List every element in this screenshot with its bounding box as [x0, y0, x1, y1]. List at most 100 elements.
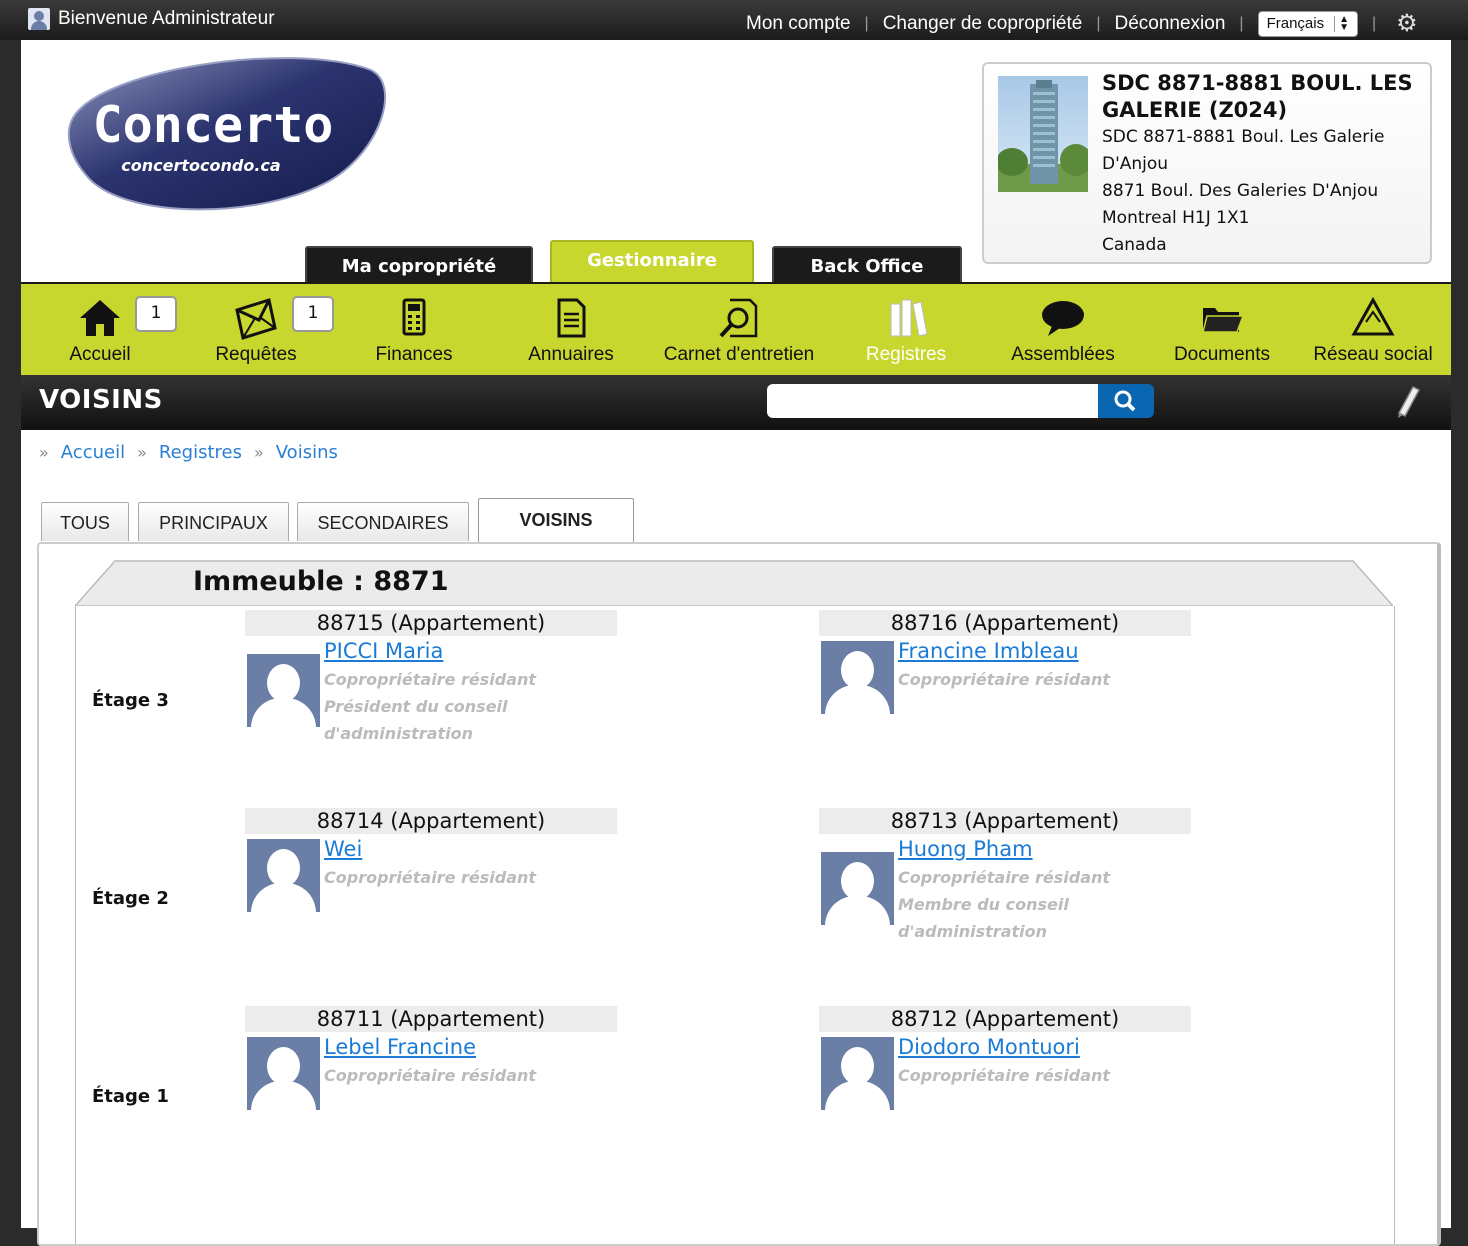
unit-header: 88713 (Appartement): [819, 808, 1191, 834]
avatar[interactable]: [821, 852, 894, 925]
avatar[interactable]: [821, 1037, 894, 1110]
tab-principaux[interactable]: PRINCIPAUX: [138, 502, 289, 541]
nav-label: Registres: [865, 344, 947, 365]
notification-badge: 1: [135, 296, 177, 332]
property-line: SDC 8871-8881 Boul. Les Galerie D'Anjou: [1102, 127, 1385, 174]
resident-role: Copropriétaire résidant: [324, 868, 537, 887]
breadcrumb: » Accueil » Registres » Voisins: [39, 442, 350, 463]
language-select[interactable]: Français ▲ ▼: [1257, 10, 1359, 37]
nav-item-documents[interactable]: Documents: [1163, 284, 1281, 375]
search-icon: [1114, 390, 1136, 412]
separator: |: [864, 14, 869, 32]
resident-name-link[interactable]: Diodoro Montuori: [898, 1035, 1080, 1059]
home-icon: [80, 300, 120, 336]
unit-header: 88716 (Appartement): [819, 610, 1191, 636]
unit-header: 88711 (Appartement): [245, 1006, 617, 1032]
nav-label: Carnet d'entretien: [663, 344, 815, 365]
unit-card: 88711 (Appartement) Lebel Francine Copro…: [245, 1006, 617, 1110]
breadcrumb-chevron-icon: »: [253, 443, 264, 462]
tab-voisins[interactable]: VOISINS: [478, 498, 634, 543]
property-line: 8871 Boul. Des Galeries D'Anjou: [1102, 181, 1379, 201]
folder-icon: [1202, 308, 1245, 333]
nav-item-assemblees[interactable]: Assemblées: [1004, 284, 1122, 375]
unit-card: 88716 (Appartement) Francine Imbleau Cop…: [819, 610, 1191, 714]
main-nav: Accueil 1 Requêtes 1 Finances Annuaires …: [21, 282, 1451, 377]
section-title: VOISINS: [39, 385, 163, 415]
resident-role: Copropriétaire résidant: [898, 868, 1111, 887]
resident-name-link[interactable]: Wei: [324, 837, 362, 861]
nav-item-registres[interactable]: Registres: [847, 284, 965, 375]
resident-role: Copropriétaire résidant: [898, 670, 1111, 689]
logo-name: Concerto: [93, 96, 334, 154]
resident-role: d'administration: [898, 922, 1048, 941]
breadcrumb-registres[interactable]: Registres: [159, 442, 242, 463]
resident-role: Copropriétaire résidant: [898, 1066, 1111, 1085]
gear-icon[interactable]: ⚙: [1396, 9, 1418, 38]
tab-gestionnaire[interactable]: Gestionnaire: [550, 240, 754, 284]
unit-header: 88714 (Appartement): [245, 808, 617, 834]
magnifier-document-icon: [719, 298, 758, 338]
avatar[interactable]: [247, 1037, 320, 1110]
nav-label: Finances: [375, 344, 453, 365]
building-image: [998, 76, 1088, 192]
pencil-icon[interactable]: [1393, 383, 1423, 419]
nav-item-carnet[interactable]: Carnet d'entretien: [655, 284, 823, 375]
my-account-link[interactable]: Mon compte: [746, 13, 851, 35]
tab-tous[interactable]: TOUS: [41, 502, 129, 541]
resident-name-link[interactable]: Francine Imbleau: [898, 639, 1079, 663]
tab-secondaires[interactable]: SECONDAIRES: [297, 502, 469, 541]
unit-header: 88715 (Appartement): [245, 610, 617, 636]
floor-label: Étage 3: [92, 690, 169, 711]
user-icon: [28, 8, 50, 30]
resident-name-link[interactable]: Lebel Francine: [324, 1035, 476, 1059]
search-button[interactable]: [1098, 384, 1154, 418]
section-header: VOISINS: [21, 375, 1451, 430]
floor-row: Étage 2 88714 (Appartement) Wei Copropri…: [75, 804, 1395, 1003]
resident-role: Membre du conseil: [898, 895, 1069, 914]
calculator-icon: [402, 298, 426, 336]
change-property-link[interactable]: Changer de copropriété: [883, 13, 1083, 35]
resident-name-link[interactable]: PICCI Maria: [324, 639, 443, 663]
nav-item-annuaires[interactable]: Annuaires: [512, 284, 630, 375]
property-line: Montreal H1J 1X1: [1102, 208, 1250, 228]
nav-item-finances[interactable]: Finances: [355, 284, 473, 375]
resident-role: Président du conseil: [324, 697, 508, 716]
avatar[interactable]: [247, 654, 320, 727]
resident-role: Copropriétaire résidant: [324, 670, 537, 689]
notification-badge: 1: [292, 296, 334, 332]
logout-link[interactable]: Déconnexion: [1115, 13, 1226, 35]
unit-card: 88712 (Appartement) Diodoro Montuori Cop…: [819, 1006, 1191, 1110]
unit-card: 88714 (Appartement) Wei Copropriétaire r…: [245, 808, 617, 912]
nav-label: Requêtes: [215, 344, 297, 365]
concerto-logo[interactable]: Concerto concertocondo.ca: [61, 50, 391, 215]
books-icon: [890, 299, 928, 337]
resident-name-link[interactable]: Huong Pham: [898, 837, 1033, 861]
nav-label: Annuaires: [528, 344, 614, 365]
tab-back-office[interactable]: Back Office: [772, 246, 962, 284]
avatar[interactable]: [247, 839, 320, 912]
recycle-triangle-icon: [1351, 296, 1395, 336]
avatar[interactable]: [821, 641, 894, 714]
nav-label: Réseau social: [1313, 344, 1433, 365]
document-icon: [557, 298, 586, 338]
floor-label: Étage 2: [92, 888, 169, 909]
welcome-area: Bienvenue Administrateur: [28, 8, 275, 30]
building-title: Immeuble : 8871: [193, 566, 449, 597]
breadcrumb-voisins[interactable]: Voisins: [276, 442, 338, 463]
floor-row: Étage 1 88711 (Appartement) Lebel Franci…: [75, 1002, 1395, 1201]
resident-role: Copropriétaire résidant: [324, 1066, 537, 1085]
welcome-text: Bienvenue Administrateur: [58, 8, 275, 29]
search-input[interactable]: [767, 384, 1099, 418]
breadcrumb-chevron-icon: »: [39, 443, 49, 462]
unit-card: 88715 (Appartement) PICCI Maria Copropri…: [245, 610, 617, 743]
nav-label: Documents: [1173, 344, 1271, 365]
tab-ma-copropriete[interactable]: Ma copropriété: [305, 246, 533, 284]
nav-item-reseau-social[interactable]: Réseau social: [1309, 284, 1437, 375]
account-links: Mon compte | Changer de copropriété | Dé…: [746, 9, 1418, 38]
top-bar: Bienvenue Administrateur Mon compte | Ch…: [0, 0, 1468, 40]
nav-label: Accueil: [69, 344, 131, 365]
separator: |: [1096, 14, 1101, 32]
floor-row: Étage 3 88715 (Appartement) PICCI Maria …: [75, 606, 1395, 805]
breadcrumb-accueil[interactable]: Accueil: [61, 442, 125, 463]
separator: |: [1372, 14, 1377, 32]
